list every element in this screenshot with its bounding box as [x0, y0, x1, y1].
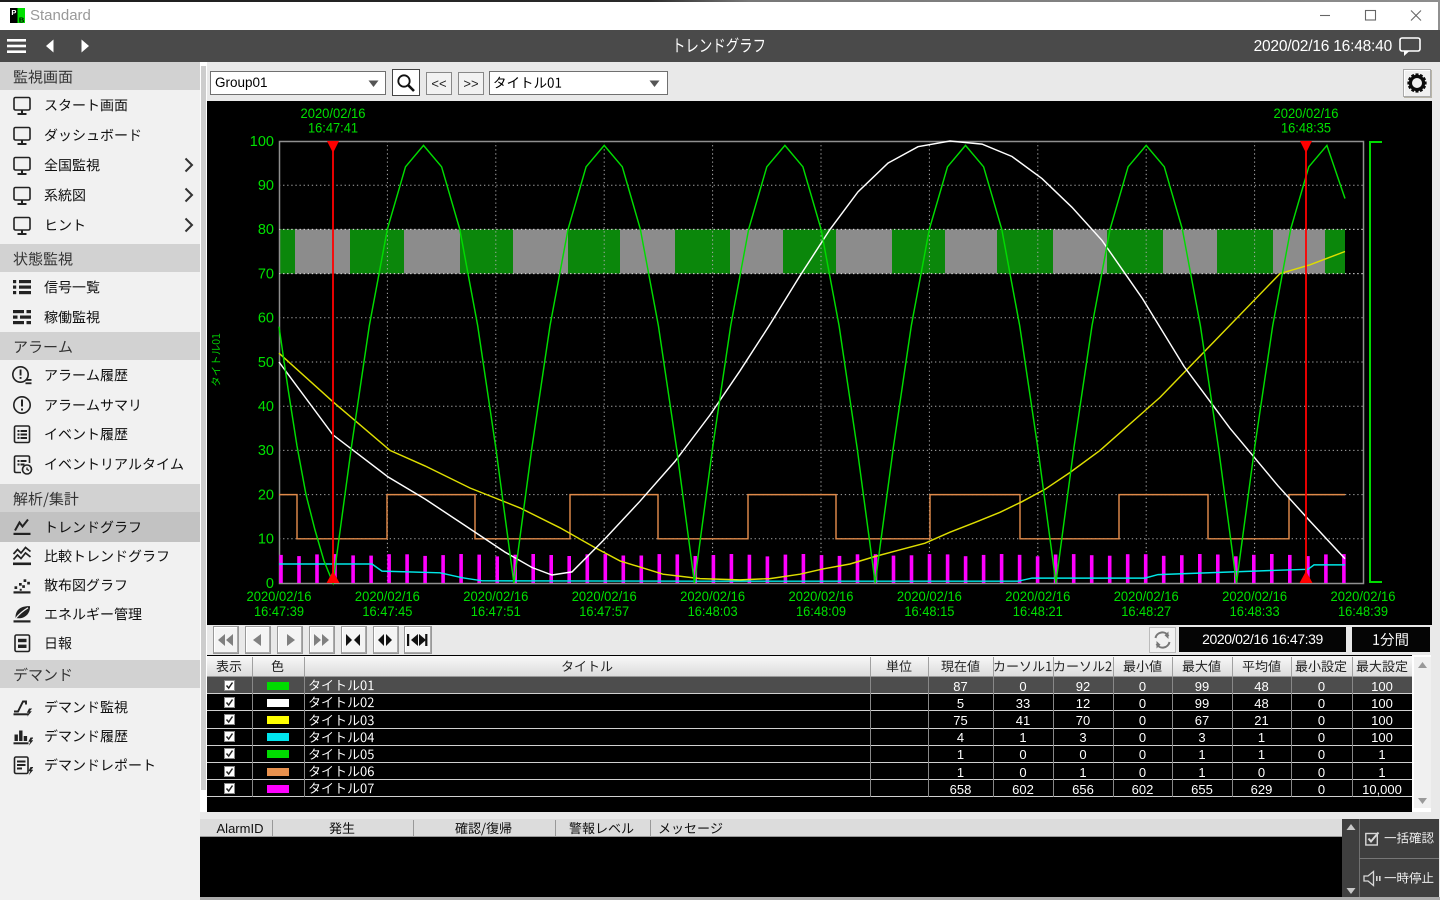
svg-text:16:48:33: 16:48:33 — [1230, 603, 1280, 619]
svg-text:16:47:51: 16:47:51 — [471, 603, 521, 619]
svg-text:2020/02/16: 2020/02/16 — [572, 588, 637, 604]
svg-text:80: 80 — [258, 222, 274, 238]
svg-text:2020/02/16: 2020/02/16 — [1114, 588, 1179, 604]
svg-text:16:48:39: 16:48:39 — [1338, 603, 1388, 619]
svg-text:2020/02/16: 2020/02/16 — [897, 588, 962, 604]
svg-text:P: P — [11, 8, 16, 17]
svg-text:50: 50 — [258, 355, 274, 371]
svg-text:30: 30 — [258, 443, 274, 459]
svg-text:2020/02/16: 2020/02/16 — [1005, 588, 1070, 604]
svg-text:60: 60 — [258, 311, 274, 327]
svg-text:2020/02/16: 2020/02/16 — [680, 588, 745, 604]
svg-text:70: 70 — [258, 266, 274, 282]
svg-text:16:48:15: 16:48:15 — [904, 603, 954, 619]
svg-text:16:47:41: 16:47:41 — [308, 121, 358, 137]
svg-text:2020/02/16: 2020/02/16 — [301, 106, 366, 122]
svg-text:16:48:27: 16:48:27 — [1121, 603, 1171, 619]
svg-text:2020/02/16: 2020/02/16 — [1331, 588, 1396, 604]
svg-text:40: 40 — [258, 399, 274, 415]
svg-text:2020/02/16: 2020/02/16 — [1274, 106, 1339, 122]
svg-text:2020/02/16: 2020/02/16 — [1222, 588, 1287, 604]
svg-text:16:48:03: 16:48:03 — [688, 603, 738, 619]
svg-text:20: 20 — [258, 487, 274, 503]
svg-text:B: B — [19, 15, 25, 23]
svg-text:2020/02/16: 2020/02/16 — [789, 588, 854, 604]
svg-text:10: 10 — [258, 532, 274, 548]
svg-text:16:48:09: 16:48:09 — [796, 603, 846, 619]
svg-text:2020/02/16: 2020/02/16 — [463, 588, 528, 604]
svg-text:16:47:45: 16:47:45 — [362, 603, 412, 619]
svg-text:16:48:21: 16:48:21 — [1013, 603, 1063, 619]
svg-text:2020/02/16: 2020/02/16 — [247, 588, 312, 604]
svg-text:16:48:35: 16:48:35 — [1281, 121, 1331, 137]
svg-text:16:47:39: 16:47:39 — [254, 603, 304, 619]
svg-text:100: 100 — [250, 134, 274, 150]
svg-text:16:47:57: 16:47:57 — [579, 603, 629, 619]
svg-text:90: 90 — [258, 178, 274, 194]
svg-text:2020/02/16: 2020/02/16 — [355, 588, 420, 604]
